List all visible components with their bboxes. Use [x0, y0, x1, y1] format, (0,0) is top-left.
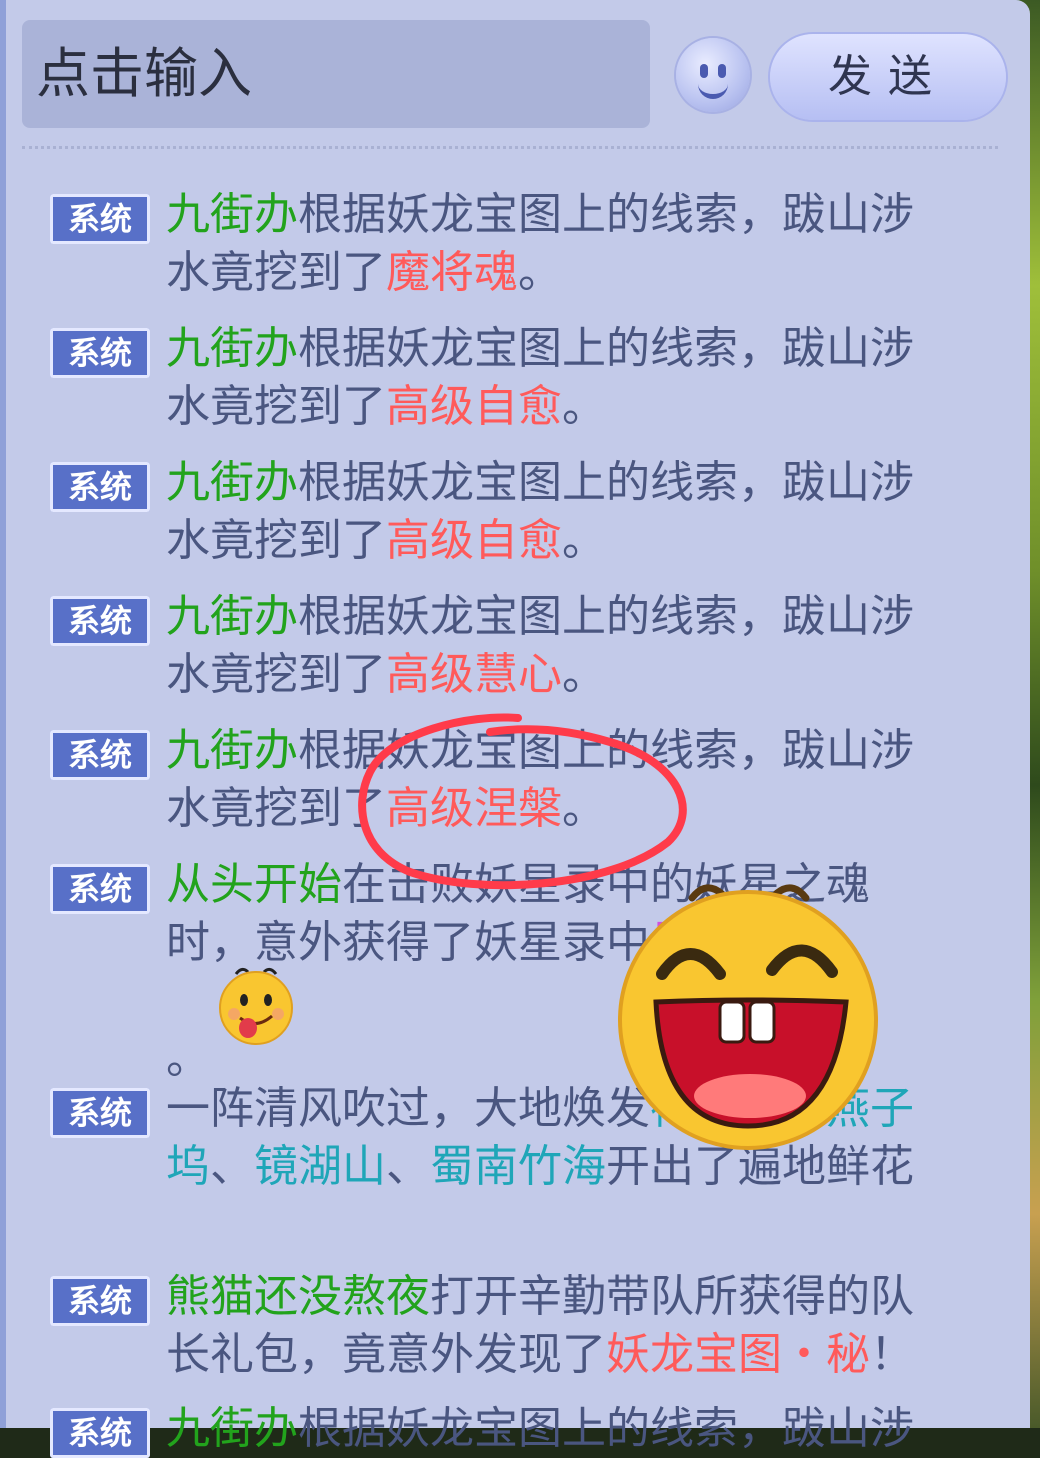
message-text: 九街办根据妖龙宝图上的线索，跋山涉水竟挖到了高级自愈。 — [166, 323, 914, 432]
item-link[interactable]: 高级自愈 — [386, 515, 562, 566]
item-link[interactable]: 妖龙宝图・秘 — [606, 1329, 870, 1380]
panel-left-edge — [0, 0, 6, 1428]
system-badge: 系统 — [50, 194, 150, 244]
item-link[interactable]: 高级慧心 — [386, 649, 562, 700]
chat-input[interactable]: 点击输入 — [22, 20, 650, 128]
laughing-emoji-icon — [618, 884, 878, 1150]
chat-input-placeholder: 点击输入 — [36, 42, 252, 105]
message-text: 九街办根据妖龙宝图上的线索，跋山涉水竟挖到了高级慧心。 — [166, 591, 914, 700]
system-badge: 系统 — [50, 730, 150, 780]
chat-message: 系统 九街办根据妖龙宝图上的线索，跋山涉 — [50, 1400, 960, 1458]
message-text: 九街办根据妖龙宝图上的线索，跋山涉 — [166, 1403, 914, 1454]
player-name[interactable]: 九街办 — [166, 323, 298, 374]
system-badge: 系统 — [50, 1408, 150, 1458]
system-badge: 系统 — [50, 1276, 150, 1326]
chat-message: 系统 熊猫还没熬夜打开辛勤带队所获得的队长礼包，竟意外发现了妖龙宝图・秘！ — [50, 1268, 960, 1384]
player-name[interactable]: 熊猫还没熬夜 — [166, 1271, 430, 1322]
red-circle-annotation — [358, 713, 687, 890]
tongue-emoji-icon — [219, 967, 293, 1045]
emoji-eye-right — [718, 64, 726, 78]
send-button[interactable]: 发送 — [770, 34, 1006, 120]
player-name[interactable]: 九街办 — [166, 591, 298, 642]
message-text: 九街办根据妖龙宝图上的线索，跋山涉水竟挖到了高级自愈。 — [166, 457, 914, 566]
player-name[interactable]: 九街办 — [166, 189, 298, 240]
message-text: 九街办根据妖龙宝图上的线索，跋山涉水竟挖到了魔将魂。 — [166, 189, 914, 298]
chat-message: 系统 九街办根据妖龙宝图上的线索，跋山涉水竟挖到了高级慧心。 — [50, 588, 960, 704]
player-name[interactable]: 九街办 — [166, 725, 298, 776]
system-badge: 系统 — [50, 864, 150, 914]
system-badge: 系统 — [50, 1088, 150, 1138]
item-link[interactable]: 高级自愈 — [386, 381, 562, 432]
system-badge: 系统 — [50, 462, 150, 512]
item-link[interactable]: 魔将魂 — [386, 247, 518, 298]
chat-message: 系统 九街办根据妖龙宝图上的线索，跋山涉水竟挖到了魔将魂。 — [50, 186, 960, 302]
chat-panel: 点击输入 发送 系统 九街办根据妖龙宝图上的线索，跋山涉水竟挖到了魔将魂。 系统… — [0, 0, 1030, 1458]
chat-message: 系统 九街办根据妖龙宝图上的线索，跋山涉水竟挖到了高级自愈。 — [50, 320, 960, 436]
player-name[interactable]: 从头开始 — [166, 859, 342, 910]
emoji-mouth — [698, 80, 728, 99]
system-badge: 系统 — [50, 328, 150, 378]
player-name[interactable]: 九街办 — [166, 457, 298, 508]
input-divider — [22, 146, 998, 149]
message-text: 熊猫还没熬夜打开辛勤带队所获得的队长礼包，竟意外发现了妖龙宝图・秘！ — [166, 1271, 914, 1380]
system-badge: 系统 — [50, 596, 150, 646]
emoji-eye-left — [700, 64, 708, 78]
emoji-icon[interactable] — [676, 38, 750, 112]
player-name[interactable]: 九街办 — [166, 1403, 298, 1454]
place-link[interactable]: 镜湖山 — [254, 1141, 386, 1192]
place-link[interactable]: 蜀南竹海 — [430, 1141, 606, 1192]
chat-message: 系统 九街办根据妖龙宝图上的线索，跋山涉水竟挖到了高级自愈。 — [50, 454, 960, 570]
